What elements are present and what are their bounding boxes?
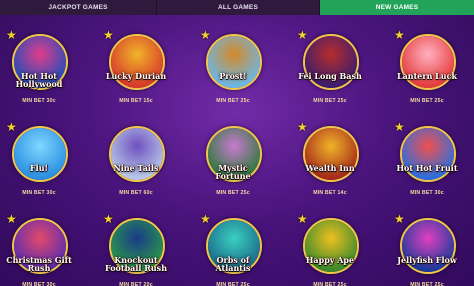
game-title: Lucky Durian [105, 71, 167, 81]
game-thumbnail[interactable] [12, 126, 68, 182]
min-bet-label: MIN BET 25c [313, 282, 347, 286]
min-bet-label: MIN BET 25c [313, 98, 347, 104]
new-star-icon: ★ [394, 212, 405, 226]
game-title: Mystic Fortune [215, 163, 251, 181]
tab-new-games[interactable]: NEW GAMES [320, 0, 474, 15]
new-star-icon: ★ [297, 120, 308, 134]
game-card[interactable]: Happy Ape ★ MIN BET 25c [297, 212, 363, 286]
game-title: Orbs of Atlantis [215, 255, 251, 273]
game-title: Flu! [29, 163, 49, 173]
tab-jackpot-games[interactable]: JACKPOT GAMES [0, 0, 157, 15]
min-bet-label: MIN BET 25c [410, 282, 444, 286]
game-category-tabs: JACKPOT GAMES ALL GAMES NEW GAMES [0, 0, 474, 15]
games-grid: Hot Hot Hollywood ★ MIN BET 30c Lucky Duria… [0, 20, 474, 286]
new-star-icon: ★ [6, 212, 17, 226]
game-title: Wealth Inn [305, 163, 355, 173]
game-thumbnail[interactable] [206, 34, 262, 90]
new-star-icon: ★ [297, 28, 308, 42]
min-bet-label: MIN BET 25c [216, 282, 250, 286]
game-card[interactable]: Prost! ★ MIN BET 25c [200, 28, 266, 112]
min-bet-label: MIN BET 30c [22, 282, 56, 286]
min-bet-label: MIN BET 15c [119, 98, 153, 104]
game-title: Lantern Luck [396, 71, 458, 81]
min-bet-label: MIN BET 25c [216, 190, 250, 196]
game-title: Nine Tails [113, 163, 159, 173]
game-title: Hot Hot Hollywood [15, 71, 63, 89]
game-thumbnail[interactable] [109, 34, 165, 90]
game-title: Jellyfish Flow [397, 255, 457, 265]
new-star-icon: ★ [297, 212, 308, 226]
game-title: Happy Ape [305, 255, 355, 265]
game-card[interactable]: Fei Long Bash ★ MIN BET 25c [297, 28, 363, 112]
min-bet-label: MIN BET 30c [410, 190, 444, 196]
game-title: Prost! [219, 71, 247, 81]
game-thumbnail[interactable] [109, 126, 165, 182]
game-card[interactable]: Mystic Fortune MIN BET 25c [200, 120, 266, 204]
game-card[interactable]: Orbs of Atlantis ★ MIN BET 25c [200, 212, 266, 286]
game-card[interactable]: Nine Tails MIN BET 60c [103, 120, 169, 204]
new-star-icon: ★ [200, 212, 211, 226]
new-star-icon: ★ [394, 120, 405, 134]
new-star-icon: ★ [200, 28, 211, 42]
game-card[interactable]: Lantern Luck ★ MIN BET 25c [394, 28, 460, 112]
game-thumbnail[interactable] [303, 34, 359, 90]
game-thumbnail[interactable] [400, 218, 456, 274]
game-title: Hot Hot Fruit [396, 163, 458, 173]
game-thumbnail[interactable] [303, 218, 359, 274]
min-bet-label: MIN BET 30c [22, 98, 56, 104]
min-bet-label: MIN BET 60c [119, 190, 153, 196]
game-card[interactable]: Hot Hot Fruit ★ MIN BET 30c [394, 120, 460, 204]
new-star-icon: ★ [394, 28, 405, 42]
game-card[interactable]: Lucky Durian ★ MIN BET 15c [103, 28, 169, 112]
min-bet-label: MIN BET 14c [313, 190, 347, 196]
game-title: Knockout Football Rush [104, 255, 168, 273]
new-star-icon: ★ [103, 212, 114, 226]
game-card[interactable]: Jellyfish Flow ★ MIN BET 25c [394, 212, 460, 286]
min-bet-label: MIN BET 30c [22, 190, 56, 196]
min-bet-label: MIN BET 20c [119, 282, 153, 286]
min-bet-label: MIN BET 25c [216, 98, 250, 104]
game-thumbnail[interactable] [400, 34, 456, 90]
game-card[interactable]: Knockout Football Rush ★ MIN BET 20c [103, 212, 169, 286]
game-card[interactable]: Wealth Inn ★ MIN BET 14c [297, 120, 363, 204]
tab-all-games[interactable]: ALL GAMES [157, 0, 320, 15]
new-star-icon: ★ [6, 120, 17, 134]
min-bet-label: MIN BET 25c [410, 98, 444, 104]
new-star-icon: ★ [6, 28, 17, 42]
game-card[interactable]: Hot Hot Hollywood ★ MIN BET 30c [6, 28, 72, 112]
game-thumbnail[interactable] [400, 126, 456, 182]
game-card[interactable]: Christmas Gift Rush ★ MIN BET 30c [6, 212, 72, 286]
game-card[interactable]: Flu! ★ MIN BET 30c [6, 120, 72, 204]
new-star-icon: ★ [103, 28, 114, 42]
game-title: Fei Long Bash [298, 71, 362, 81]
game-title: Christmas Gift Rush [6, 255, 72, 273]
game-thumbnail[interactable] [303, 126, 359, 182]
